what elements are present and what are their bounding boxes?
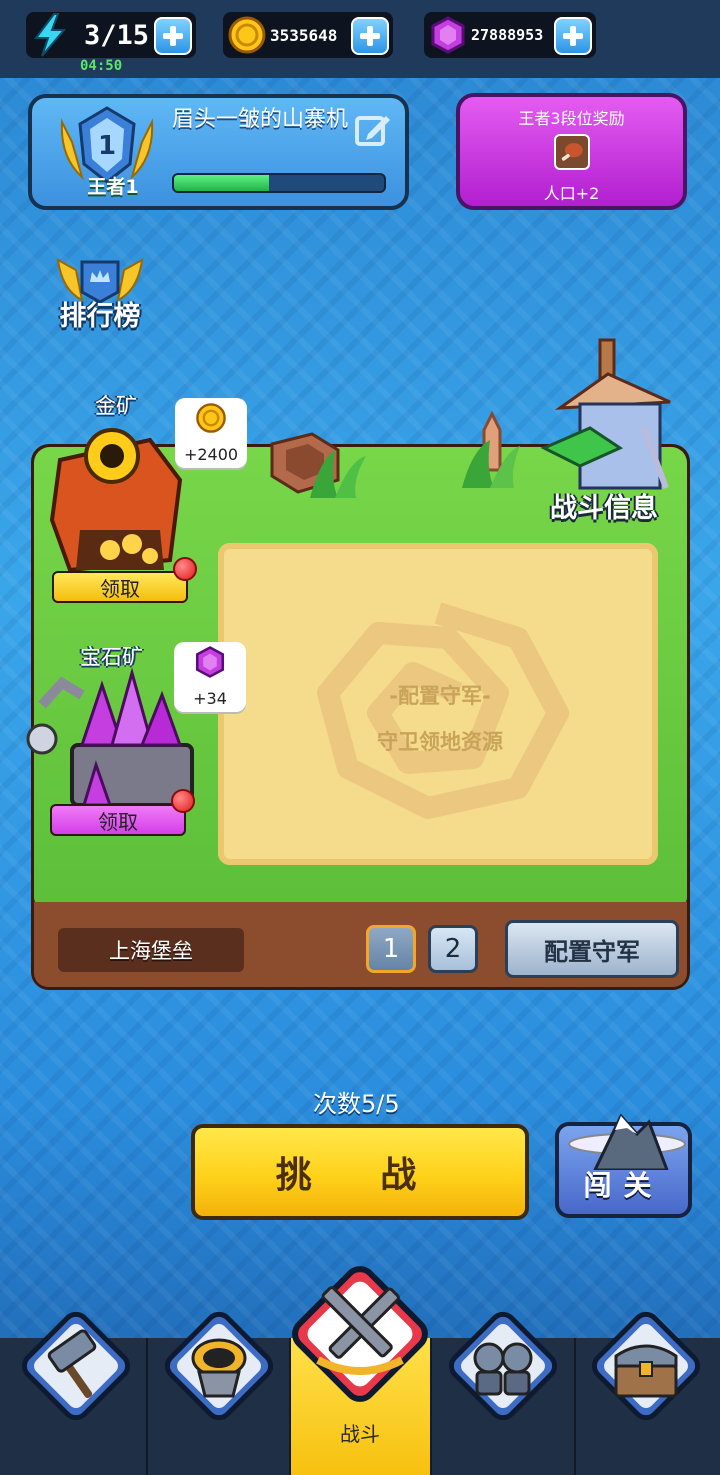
gold-yield-value: +2400 — [183, 445, 239, 464]
rank-progress-fill — [174, 175, 269, 191]
garrison-placeholder-subtitle: 守卫领地资源 — [377, 730, 503, 754]
page-2-button[interactable]: 2 — [428, 925, 478, 973]
meat-icon — [554, 134, 590, 170]
gem-counter: 27888953 — [424, 12, 596, 58]
plus-icon — [563, 26, 583, 46]
attempts-counter: 次数5/5 — [313, 1090, 400, 1118]
tab-forge[interactable] — [16, 1306, 136, 1426]
battle-tent-icon[interactable] — [540, 338, 685, 508]
battle-info-label[interactable]: 战斗信息 — [550, 486, 658, 525]
gold-yield-bubble: +2400 — [175, 398, 247, 468]
player-profile-card[interactable]: 1 王者1 眉头一皱的山寨机 — [28, 94, 409, 210]
gold-mine-icon[interactable] — [40, 420, 195, 580]
collect-gold-button[interactable]: 领取 — [52, 571, 188, 603]
add-gems-button[interactable] — [554, 17, 592, 55]
rank-progress-bar — [172, 173, 386, 193]
nav-divider — [574, 1338, 576, 1475]
energy-counter: 3/15 — [26, 12, 196, 58]
rank-reward-card[interactable]: 王者3段位奖励 人口+2 — [456, 93, 687, 210]
reward-title: 王者3段位奖励 — [518, 109, 625, 128]
stage-mode-label: 闯关 — [583, 1169, 664, 1202]
rank-number: 1 — [98, 131, 116, 161]
tab-heroes[interactable] — [443, 1306, 563, 1426]
gem-yield-value: +34 — [193, 689, 227, 708]
reward-description: 人口+2 — [543, 184, 600, 203]
plant-icon — [310, 450, 366, 498]
gold-coin-icon — [228, 16, 266, 54]
leaderboard-label: 排行榜 — [59, 301, 141, 332]
rank-name: 王者1 — [87, 176, 139, 198]
gem-value: 27888953 — [471, 26, 544, 44]
nav-divider — [146, 1338, 148, 1475]
energy-value: 3/15 — [84, 19, 150, 51]
tab-battle[interactable] — [282, 1256, 438, 1412]
challenge-button[interactable]: 挑 战 — [191, 1124, 529, 1220]
player-name: 眉头一皱的山寨机 — [172, 107, 349, 132]
plus-icon — [163, 26, 183, 46]
treasure-chest-icon — [614, 1344, 678, 1398]
gem-icon — [431, 16, 465, 54]
tab-treasure[interactable] — [586, 1306, 706, 1426]
page-1-button[interactable]: 1 — [366, 925, 416, 973]
configure-garrison-button[interactable]: 配置守军 — [505, 920, 679, 978]
gem-icon — [195, 646, 225, 678]
stage-mode-button[interactable]: 闯关 — [555, 1113, 692, 1218]
plus-icon — [360, 26, 380, 46]
gold-mine-label: 金矿 — [95, 394, 137, 418]
gold-value: 3535648 — [270, 25, 338, 45]
gold-coin-icon — [196, 403, 226, 433]
lightning-icon — [34, 13, 67, 57]
tab-battle-label: 战斗 — [340, 1422, 380, 1446]
leaderboard-button[interactable]: 排行榜 — [48, 250, 152, 332]
collect-gems-button[interactable]: 领取 — [50, 804, 186, 836]
edit-name-icon[interactable] — [354, 112, 392, 148]
mountain-icon — [568, 1113, 686, 1170]
energy-timer: 04:50 — [80, 58, 123, 74]
add-energy-button[interactable] — [154, 17, 192, 55]
gold-counter: 3535648 — [223, 12, 393, 58]
tab-equipment[interactable] — [159, 1306, 279, 1426]
fence-plant-icon — [462, 410, 520, 488]
add-gold-button[interactable] — [351, 17, 389, 55]
notification-dot — [171, 789, 195, 813]
notification-dot — [173, 557, 197, 581]
gem-yield-bubble: +34 — [174, 642, 246, 712]
location-name: 上海堡垒 — [58, 928, 244, 972]
garrison-placeholder-title: -配置守军- — [389, 684, 491, 708]
